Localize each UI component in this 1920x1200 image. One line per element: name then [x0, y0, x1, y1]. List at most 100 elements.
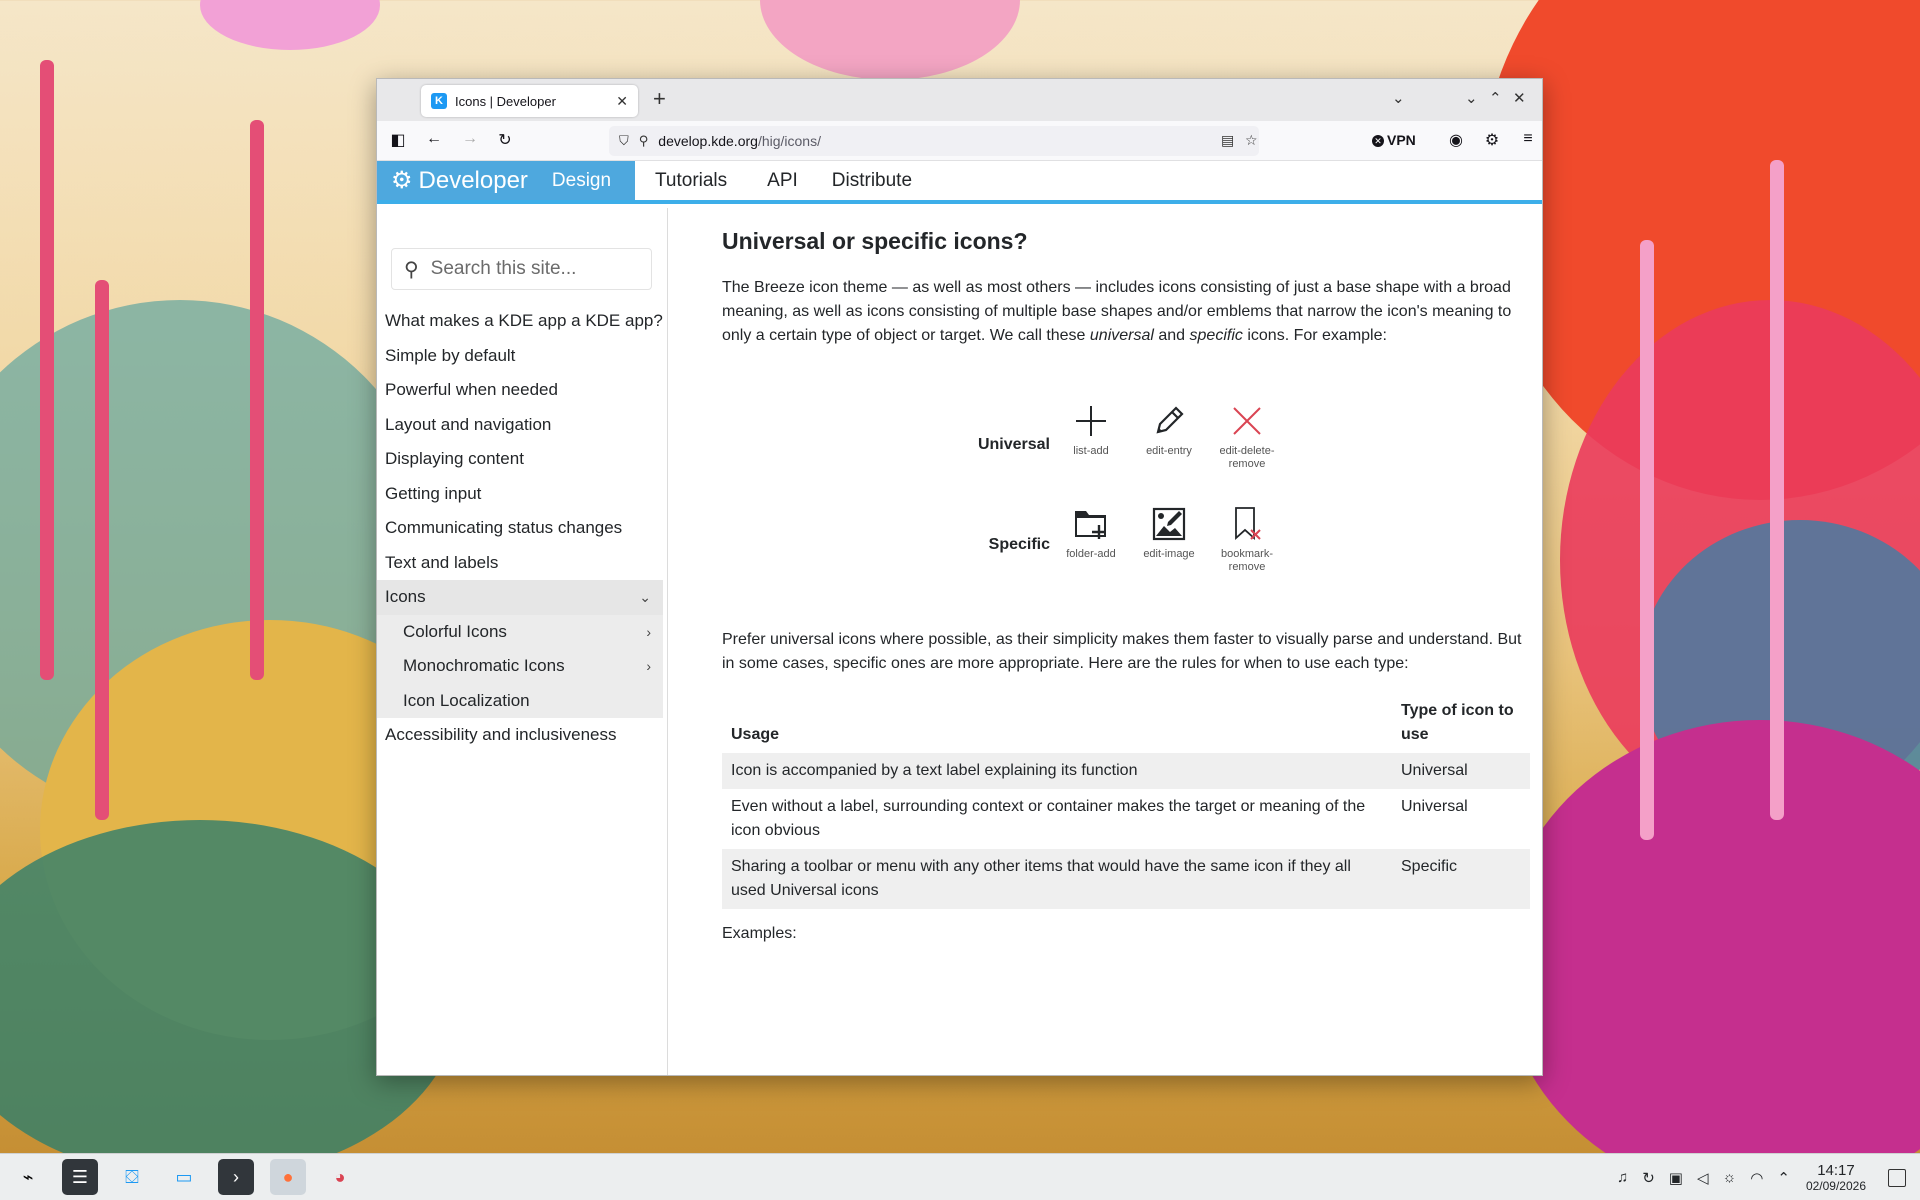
taskbar: ⌁ ☰ ⛋ ▭ › ● ◕ ♫ ↻ ▣ ◁ ☼ ◠ ⌃ 14:17 02/09/… — [0, 1153, 1920, 1200]
edit-delete-remove-icon — [1233, 407, 1261, 435]
sidebar: ⚲ Search this site... What makes a KDE a… — [377, 208, 668, 1075]
forward-icon[interactable]: → — [459, 130, 481, 148]
system-tray: ♫ ↻ ▣ ◁ ☼ ◠ ⌃ 14:17 02/09/2026 — [1603, 1154, 1920, 1200]
icon-example: edit-delete-remove — [1208, 393, 1286, 496]
notifications-icon[interactable]: ♫ — [1617, 1169, 1628, 1186]
sidebar-item[interactable]: Accessibility and inclusiveness — [377, 718, 667, 753]
menu-icon[interactable]: ≡ — [1517, 130, 1539, 148]
volume-muted-icon[interactable]: ◁ — [1697, 1169, 1709, 1187]
sidebar-toggle-icon[interactable]: ◧ — [387, 130, 409, 150]
bookmark-star-icon[interactable]: ☆ — [1245, 132, 1258, 149]
reload-icon[interactable]: ↻ — [494, 130, 516, 150]
browser-window: K Icons | Developer ✕ + ⌄ ⌄ ⌃ ✕ ◧ ← → ↻ … — [376, 78, 1543, 1076]
icon-example: edit-entry — [1130, 393, 1208, 496]
reader-view-icon[interactable]: ▤ — [1221, 132, 1234, 149]
close-tab-icon[interactable]: ✕ — [616, 93, 628, 110]
tab-bar: K Icons | Developer ✕ + ⌄ ⌄ ⌃ ✕ — [377, 79, 1542, 121]
url-bar[interactable]: ⛉ ⚲ develop.kde.org /hig/icons/ ▤ ☆ — [609, 126, 1259, 156]
sidebar-item[interactable]: What makes a KDE app a KDE app? — [377, 304, 667, 339]
browser-tab[interactable]: K Icons | Developer ✕ — [421, 85, 638, 117]
search-placeholder: Search this site... — [430, 258, 577, 279]
show-desktop-button[interactable] — [1888, 1168, 1906, 1187]
updates-icon[interactable]: ↻ — [1642, 1169, 1655, 1187]
chevron-down-icon: ⌄ — [639, 588, 651, 605]
table-header: Usage — [731, 726, 780, 743]
extensions-icon[interactable]: ⚙ — [1481, 130, 1503, 150]
system-settings-icon[interactable]: ☰ — [62, 1159, 98, 1195]
nav-tutorials[interactable]: Tutorials — [655, 170, 727, 192]
sidebar-item[interactable]: Displaying content — [377, 442, 667, 477]
sidebar-item[interactable]: Layout and navigation — [377, 408, 667, 443]
sidebar-item[interactable]: Getting input — [377, 477, 667, 512]
nav-distribute[interactable]: Distribute — [832, 170, 912, 192]
table-row: Icon is accompanied by a text label expl… — [722, 753, 1530, 789]
icon-caption: folder-add — [1066, 548, 1116, 560]
nav-api[interactable]: API — [767, 170, 798, 192]
icon-caption: edit-entry — [1146, 445, 1192, 457]
intro-paragraph: The Breeze icon theme — as well as most … — [722, 279, 1512, 344]
discover-icon[interactable]: ⛋ — [114, 1159, 150, 1195]
table-cell: Even without a label, surrounding contex… — [731, 798, 1366, 839]
page-main: ⚲ Search this site... What makes a KDE a… — [377, 208, 1542, 1075]
vpn-button[interactable]: ✕ VPN — [1372, 132, 1416, 148]
chevron-right-icon: › — [646, 658, 651, 675]
account-icon[interactable]: ◉ — [1445, 130, 1467, 150]
firefox-icon[interactable]: ● — [270, 1159, 306, 1195]
new-tab-button[interactable]: + — [653, 87, 666, 111]
terminal-icon[interactable]: › — [218, 1159, 254, 1195]
row-label-universal: Universal — [977, 435, 1050, 453]
nav-design[interactable]: Design — [552, 170, 611, 192]
sidebar-item[interactable]: Communicating status changes — [377, 511, 667, 546]
shield-icon[interactable]: ⛉ — [619, 133, 629, 149]
clipboard-icon[interactable]: ▣ — [1669, 1169, 1683, 1187]
kde-favicon-icon: K — [431, 93, 447, 109]
icon-caption: edit-delete-remove — [1219, 445, 1275, 470]
sidebar-subitem-monochromatic[interactable]: Monochromatic Icons › — [377, 649, 663, 684]
brightness-icon[interactable]: ☼ — [1723, 1169, 1737, 1186]
clock[interactable]: 14:17 02/09/2026 — [1806, 1162, 1866, 1193]
back-icon[interactable]: ← — [423, 130, 445, 148]
sidebar-item-label: Icons — [385, 587, 426, 607]
sidebar-item-icons[interactable]: Icons ⌄ — [377, 580, 663, 615]
navigation-toolbar: ◧ ← → ↻ ⛉ ⚲ develop.kde.org /hig/icons/ … — [377, 121, 1542, 161]
maximize-icon[interactable]: ⌃ — [1489, 89, 1502, 107]
kde-logo-icon: ⚙ — [391, 167, 413, 194]
icon-usage-table: Usage Type of icon to use Icon is accomp… — [722, 693, 1530, 909]
sidebar-nav: What makes a KDE app a KDE app? Simple b… — [377, 304, 667, 753]
url-domain: develop.kde.org — [658, 133, 758, 149]
close-window-icon[interactable]: ✕ — [1513, 89, 1526, 107]
sidebar-item[interactable]: Simple by default — [377, 339, 667, 374]
site-header: ⚙ Developer Design Tutorials API Distrib… — [377, 161, 1542, 204]
sidebar-item[interactable]: Powerful when needed — [377, 373, 667, 408]
section-heading: Universal or specific icons? — [722, 228, 1028, 254]
icon-example: list-add — [1052, 393, 1130, 496]
vpn-status-icon: ✕ — [1372, 135, 1384, 147]
top-nav: Tutorials API Distribute — [635, 161, 912, 200]
icon-caption: bookmark-remove — [1221, 548, 1273, 573]
wifi-icon[interactable]: ◠ — [1750, 1169, 1763, 1187]
table-cell: Universal — [1392, 753, 1530, 789]
table-row: Even without a label, surrounding contex… — [722, 789, 1530, 849]
list-add-icon — [1076, 406, 1106, 436]
file-manager-icon[interactable]: ▭ — [166, 1159, 202, 1195]
chevron-right-icon: › — [646, 623, 651, 640]
table-cell: Specific — [1392, 849, 1530, 909]
ghost-app-icon[interactable]: ◕ — [322, 1159, 358, 1195]
list-tabs-icon[interactable]: ⌄ — [1392, 89, 1405, 107]
icon-caption: list-add — [1073, 445, 1109, 457]
sidebar-subitem-colorful[interactable]: Colorful Icons › — [377, 614, 663, 649]
expand-tray-icon[interactable]: ⌃ — [1777, 1169, 1790, 1187]
search-input[interactable]: ⚲ Search this site... — [391, 248, 652, 290]
permissions-icon[interactable]: ⚲ — [639, 133, 649, 149]
sidebar-subitem-localization[interactable]: Icon Localization — [377, 683, 663, 718]
sidebar-item-label: Colorful Icons — [403, 621, 507, 641]
app-launcher-icon[interactable]: ⌁ — [10, 1159, 46, 1195]
site-brand[interactable]: ⚙ Developer Design — [377, 161, 635, 200]
table-header: Type of icon to use — [1401, 702, 1514, 743]
table-cell: Icon is accompanied by a text label expl… — [722, 753, 1392, 789]
icon-example-grid: Universal list-add edit-entry edit-delet… — [970, 393, 1529, 594]
minimize-icon[interactable]: ⌄ — [1465, 89, 1478, 107]
brand-name: Developer — [418, 166, 528, 194]
sidebar-item[interactable]: Text and labels — [377, 546, 667, 581]
search-icon: ⚲ — [404, 258, 419, 281]
